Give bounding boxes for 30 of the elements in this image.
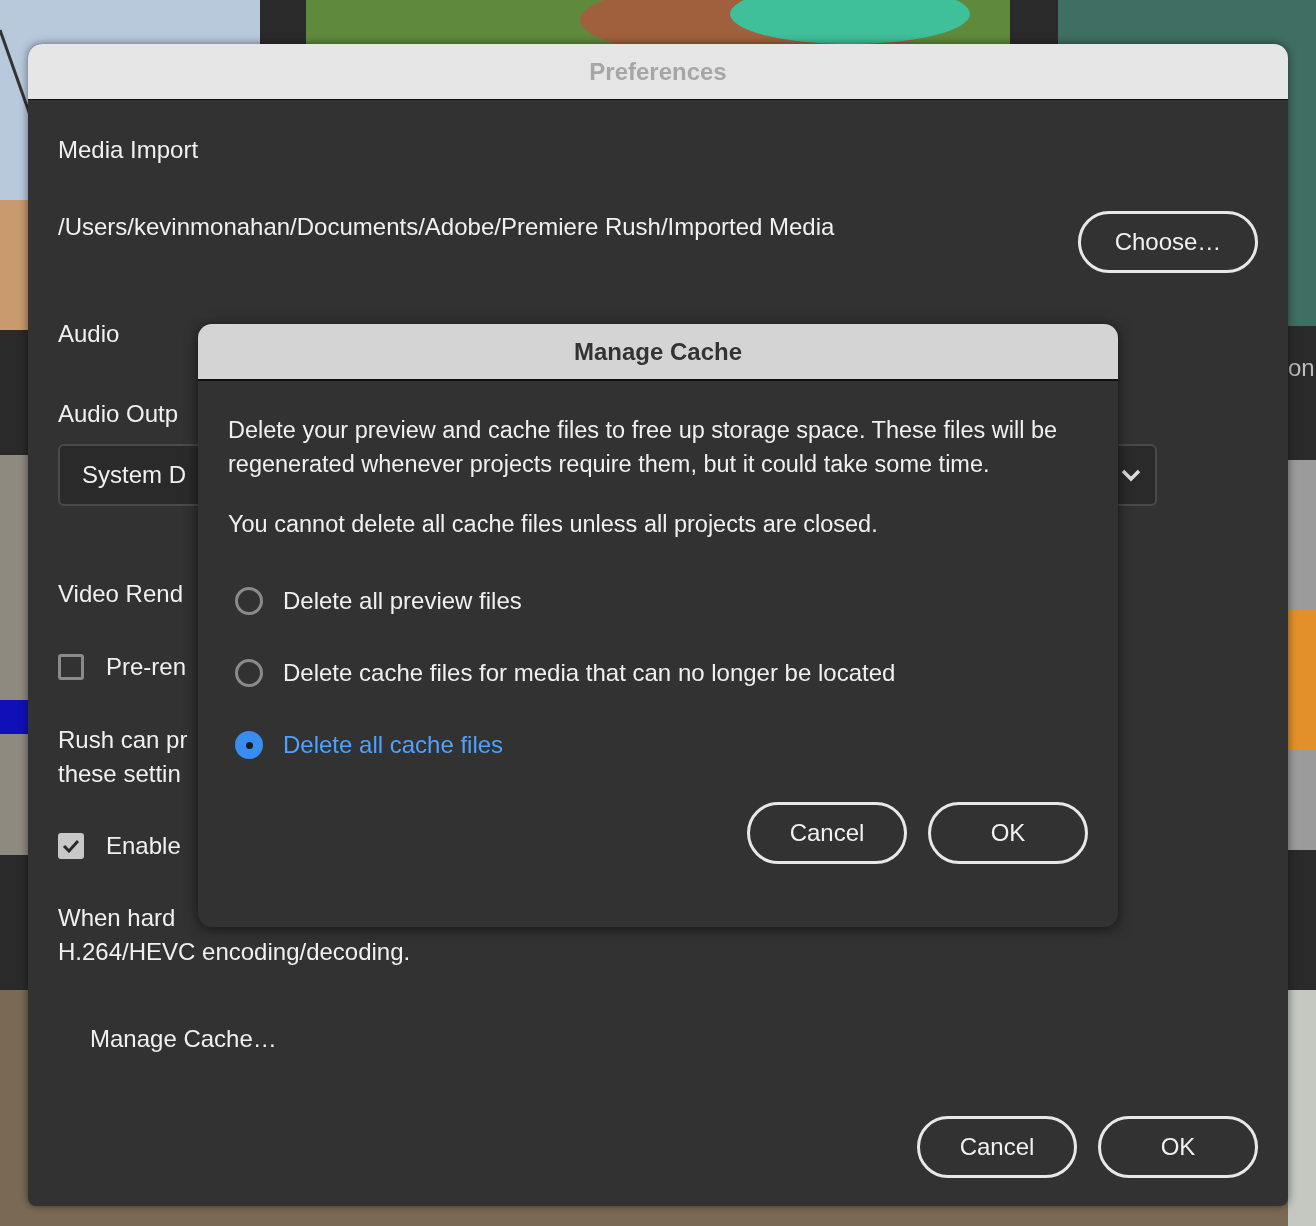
paragraph: Delete your preview and cache files to free up storage space. These files will be regenerated whenever projects require them, but it could take some time. — [228, 416, 1059, 479]
checkbox-label[interactable]: Pre-ren — [106, 650, 187, 684]
checkbox[interactable] — [58, 654, 84, 680]
radio-button[interactable] — [235, 659, 263, 687]
radio-button[interactable] — [235, 587, 263, 615]
section-heading: Video Rend — [58, 579, 183, 609]
panel-text: on — [1288, 354, 1315, 382]
dialog-button[interactable]: OK — [928, 802, 1088, 864]
dialog-title: Manage Cache — [573, 337, 743, 366]
description-text: Rush can pr these settin — [58, 725, 188, 789]
section-heading: Media Import — [58, 135, 199, 165]
folder-path: /Users/kevinmonahan/Documents/Adobe/Premiere Rush/Imported Media — [58, 212, 835, 242]
manage-cache-button[interactable]: Manage Cache… — [90, 1025, 277, 1053]
field-label: Audio Outp — [58, 399, 179, 429]
checkbox-label[interactable]: Enable — [106, 829, 181, 863]
section-heading: Audio — [58, 319, 120, 349]
dialog-button[interactable]: Cancel — [917, 1116, 1077, 1178]
option-label[interactable]: Delete all cache files — [283, 731, 504, 759]
option-label[interactable]: Delete all preview files — [283, 587, 522, 615]
dialog-button[interactable]: Cancel — [747, 802, 907, 864]
checkbox[interactable] — [58, 833, 84, 859]
radio-button[interactable] — [235, 731, 263, 759]
option-label[interactable]: Delete cache files for media that can no longer be located — [283, 659, 896, 687]
dialog-button[interactable]: OK — [1098, 1116, 1258, 1178]
choose-button[interactable]: Choose… — [1078, 211, 1258, 273]
checkmark-icon — [62, 839, 80, 853]
paragraph: You cannot delete all cache files unless all projects are closed. — [228, 510, 879, 539]
chevron-down-icon — [1119, 467, 1143, 483]
description-text: When hard H.264/HEVC encoding/decoding. — [58, 903, 411, 967]
window-title: Preferences — [589, 57, 727, 86]
